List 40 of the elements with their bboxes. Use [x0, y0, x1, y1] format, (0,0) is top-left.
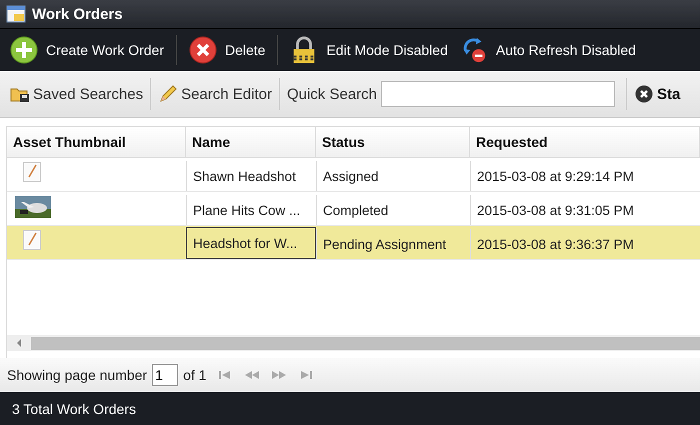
page-number-field[interactable]: 1	[152, 364, 178, 386]
column-header[interactable]: Status	[316, 127, 470, 157]
previous-page-icon[interactable]	[244, 370, 260, 380]
lock-button[interactable]: Edit Mode Disabled	[284, 32, 454, 68]
document-icon	[23, 230, 41, 250]
close-icon	[634, 85, 654, 103]
create-button[interactable]: Create Work Order	[4, 32, 170, 68]
table-cell: 2015-03-08 at 9:31:05 PM	[470, 195, 700, 225]
pencil-icon	[158, 85, 178, 103]
last-page-icon[interactable]	[298, 370, 314, 380]
window-title: Work Orders	[32, 6, 123, 22]
refresh-button[interactable]: Auto Refresh Disabled	[454, 32, 642, 68]
table-cell: Plane Hits Cow ...	[186, 195, 316, 225]
plus-icon	[10, 36, 38, 64]
table-cell: Assigned	[316, 161, 470, 191]
page-count: of 1	[183, 367, 206, 383]
search-editor-button[interactable]: Search Editor	[154, 79, 276, 109]
table-row[interactable]: Shawn Headshot Assigned 2015-03-08 at 9:29:14 PM	[7, 158, 700, 192]
table-cell: Shawn Headshot	[186, 161, 316, 191]
delete-button[interactable]: Delete	[183, 32, 272, 68]
scroll-left-icon[interactable]	[15, 338, 23, 348]
saved-searches-button[interactable]: Saved Searches	[6, 79, 148, 109]
document-icon	[23, 162, 41, 182]
next-page-icon[interactable]	[271, 370, 288, 380]
table-cell: 2015-03-08 at 9:36:37 PM	[470, 229, 700, 259]
table-cell: Pending Assignment	[316, 229, 470, 259]
column-header[interactable]: Name	[186, 127, 316, 157]
delete-icon	[189, 36, 217, 64]
pager-label: Showing page number	[7, 367, 148, 383]
horizontal-scrollbar[interactable]	[7, 335, 700, 351]
clear-button[interactable]: Sta	[630, 79, 684, 109]
column-header[interactable]: Requested	[470, 127, 700, 157]
quick-search-field[interactable]	[381, 81, 616, 107]
table-cell: 2015-03-08 at 9:29:14 PM	[470, 161, 700, 191]
column-header[interactable]: Asset Thumbnail	[7, 127, 186, 157]
table-row[interactable]: Headshot for W... Pending Assignment 2015-03-08 at 9:36:37 PM	[7, 226, 700, 260]
status-text: 3 Total Work Orders	[12, 400, 136, 416]
table-cell: Completed	[316, 195, 470, 225]
table-cell: Headshot for W...	[186, 227, 316, 259]
quick-search-label: Quick Search	[286, 86, 378, 102]
